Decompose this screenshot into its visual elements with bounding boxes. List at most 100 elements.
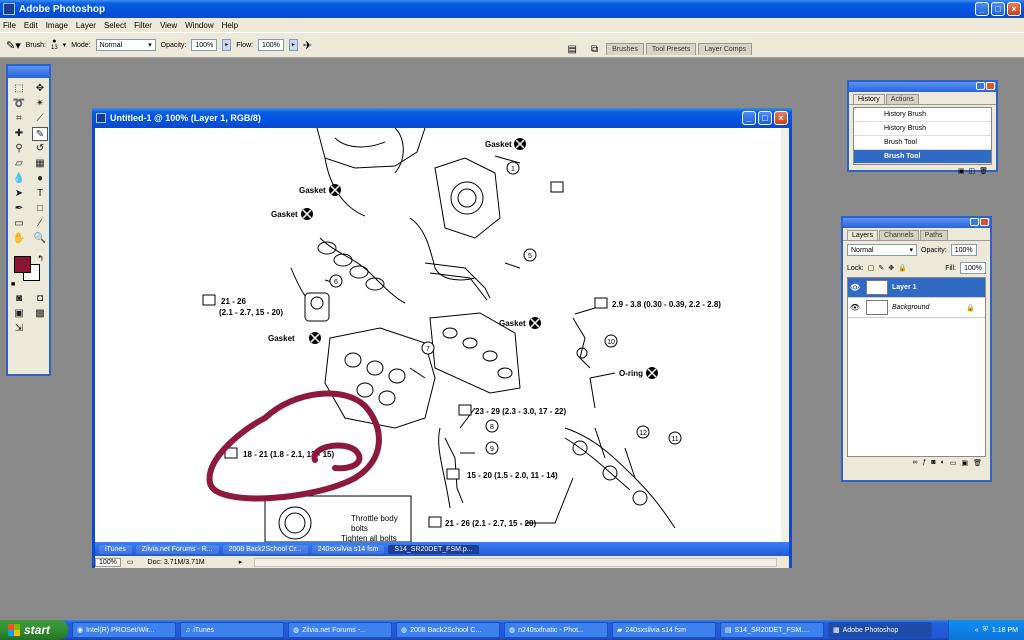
tab-actions[interactable]: Actions bbox=[885, 94, 919, 104]
slice-tool-icon[interactable]: ⟋ bbox=[32, 112, 48, 126]
history-item[interactable]: History Brush bbox=[854, 108, 991, 122]
close-button[interactable]: × bbox=[1007, 2, 1021, 16]
history-item-selected[interactable]: Brush Tool bbox=[854, 150, 991, 164]
tab-paths[interactable]: Paths bbox=[919, 230, 948, 240]
eye-icon[interactable]: 👁 bbox=[848, 303, 862, 312]
history-brush-tool-icon[interactable]: ↺ bbox=[32, 142, 48, 156]
blend-mode-select[interactable]: Normal ▾ bbox=[847, 244, 917, 256]
history-item[interactable]: Brush Tool bbox=[854, 136, 991, 150]
taskbar-item[interactable]: ♫ iTunes bbox=[180, 622, 284, 638]
inner-task-zilvia[interactable]: Zilvia.net Forums - R... bbox=[135, 544, 219, 554]
lock-image-icon[interactable]: ✎ bbox=[878, 264, 884, 272]
toggle-palettes-icon[interactable]: ⧉ bbox=[591, 44, 598, 55]
type-tool-icon[interactable]: T bbox=[32, 187, 48, 201]
standard-mode-icon[interactable]: ◙ bbox=[11, 292, 27, 306]
new-snapshot-icon[interactable]: ◫ bbox=[968, 167, 975, 177]
document-title-bar[interactable]: Untitled-1 @ 100% (Layer 1, RGB/8) _ □ × bbox=[92, 108, 792, 128]
healing-brush-tool-icon[interactable]: ✚ bbox=[11, 127, 27, 141]
document-minimize-button[interactable]: _ bbox=[742, 111, 756, 125]
taskbar-item[interactable]: ◍ 2008 Back2School C... bbox=[396, 622, 500, 638]
history-close-button[interactable] bbox=[986, 82, 995, 90]
default-colors-icon[interactable]: ■ bbox=[11, 281, 15, 288]
blur-tool-icon[interactable]: 💧 bbox=[11, 172, 27, 186]
notes-tool-icon[interactable]: ▭ bbox=[11, 217, 27, 231]
tab-channels[interactable]: Channels bbox=[879, 230, 919, 240]
zoom-tool-icon[interactable]: 🔍 bbox=[32, 232, 48, 246]
zoom-level[interactable]: 100% bbox=[95, 557, 121, 567]
clone-stamp-tool-icon[interactable]: ⚲ bbox=[11, 142, 27, 156]
airbrush-icon[interactable]: ✈ bbox=[303, 39, 312, 52]
menu-file[interactable]: File bbox=[3, 21, 16, 30]
tab-tool-presets[interactable]: Tool Presets bbox=[645, 43, 697, 55]
taskbar-item[interactable]: ◍ n240sxfnatic - Phot... bbox=[504, 622, 608, 638]
document-close-button[interactable]: × bbox=[774, 111, 788, 125]
dodge-tool-icon[interactable]: ● bbox=[32, 172, 48, 186]
fill-input[interactable]: 100% bbox=[960, 262, 986, 274]
tray-arrow-icon[interactable]: « bbox=[975, 627, 979, 634]
full-screen-mode-icon[interactable]: ▩ bbox=[32, 307, 48, 321]
eraser-tool-icon[interactable]: ▱ bbox=[11, 157, 27, 171]
layer-row[interactable]: 👁 Layer 1 bbox=[848, 278, 985, 298]
quick-mask-mode-icon[interactable]: ◘ bbox=[32, 292, 48, 306]
history-item[interactable]: History Brush bbox=[854, 122, 991, 136]
gradient-tool-icon[interactable]: ▦ bbox=[32, 157, 48, 171]
mode-select[interactable]: Normal ▾ bbox=[95, 39, 156, 51]
flow-input[interactable]: 100% bbox=[257, 39, 284, 51]
status-menu-arrow-icon[interactable]: ▸ bbox=[239, 558, 243, 566]
trash-icon[interactable]: 🗑 bbox=[973, 459, 982, 469]
swap-colors-icon[interactable]: ↰ bbox=[37, 254, 44, 263]
tab-layer-comps[interactable]: Layer Comps bbox=[698, 43, 752, 55]
toolbox-header[interactable] bbox=[8, 66, 49, 78]
inner-task-itunes[interactable]: iTunes bbox=[99, 544, 132, 554]
layer-style-icon[interactable]: ƒ bbox=[922, 459, 926, 469]
taskbar-item[interactable]: ◍ Zilvia.net Forums -... bbox=[288, 622, 392, 638]
path-selection-tool-icon[interactable]: ➤ bbox=[11, 187, 27, 201]
layers-minimize-button[interactable] bbox=[970, 218, 979, 226]
shape-tool-icon[interactable]: □ bbox=[32, 202, 48, 216]
tab-history[interactable]: History bbox=[853, 94, 885, 104]
tab-layers[interactable]: Layers bbox=[847, 230, 879, 240]
horizontal-scrollbar[interactable] bbox=[254, 557, 777, 567]
document-restore-button[interactable]: □ bbox=[758, 111, 772, 125]
crop-tool-icon[interactable]: ⌗ bbox=[11, 112, 27, 126]
eyedropper-tool-icon[interactable]: ⁄ bbox=[32, 217, 48, 231]
menu-window[interactable]: Window bbox=[185, 21, 213, 30]
new-group-icon[interactable]: ▭ bbox=[950, 459, 957, 469]
eye-icon[interactable]: 👁 bbox=[848, 283, 862, 292]
taskbar-item-active[interactable]: ▩ Adobe Photoshop bbox=[828, 622, 932, 638]
menu-filter[interactable]: Filter bbox=[134, 21, 152, 30]
lock-transparency-icon[interactable]: ▢ bbox=[868, 264, 875, 272]
foreground-color-swatch[interactable] bbox=[14, 256, 31, 273]
taskbar-item[interactable]: ◉ Intel(R) PROSet/Wir... bbox=[72, 622, 176, 638]
menu-layer[interactable]: Layer bbox=[76, 21, 96, 30]
brush-picker[interactable]: ● 13 bbox=[51, 38, 58, 52]
adjustment-layer-icon[interactable]: ◐ bbox=[941, 459, 945, 469]
pen-tool-icon[interactable]: ✒ bbox=[11, 202, 27, 216]
document-canvas[interactable]: 1 5 6 7 8 9 10 11 12 Gasket Gasket Gaske… bbox=[95, 128, 781, 542]
layers-panel-header[interactable] bbox=[843, 218, 990, 228]
menu-select[interactable]: Select bbox=[104, 21, 126, 30]
opacity-slider-button[interactable]: ▸ bbox=[222, 39, 232, 51]
start-button[interactable]: start bbox=[0, 620, 68, 640]
opacity-input[interactable]: 100% bbox=[191, 39, 218, 51]
magic-wand-tool-icon[interactable]: ✴ bbox=[32, 97, 48, 111]
trash-icon[interactable]: 🗑 bbox=[979, 167, 988, 177]
history-panel-header[interactable] bbox=[849, 82, 996, 92]
inner-task-back2school[interactable]: 2008 Back2School Cr... bbox=[222, 544, 308, 554]
screen-mode-icon[interactable]: ▣ bbox=[11, 307, 27, 321]
taskbar-item[interactable]: ▤ S14_SR20DET_FSM.... bbox=[720, 622, 824, 638]
new-document-from-state-icon[interactable]: ▣ bbox=[958, 167, 965, 177]
tray-shield-icon[interactable]: ⛨ bbox=[983, 626, 988, 634]
lasso-tool-icon[interactable]: ➰ bbox=[11, 97, 27, 111]
layer-mask-icon[interactable]: ◙ bbox=[931, 459, 935, 469]
menu-image[interactable]: Image bbox=[46, 21, 68, 30]
lock-position-icon[interactable]: ✥ bbox=[888, 264, 894, 272]
menu-edit[interactable]: Edit bbox=[24, 21, 38, 30]
menu-view[interactable]: View bbox=[160, 21, 177, 30]
history-minimize-button[interactable] bbox=[976, 82, 985, 90]
app-title-bar[interactable]: Adobe Photoshop _ □ × bbox=[0, 0, 1024, 18]
maximize-button[interactable]: □ bbox=[991, 2, 1005, 16]
inner-task-fsm-pdf[interactable]: S14_SR20DET_FSM.p... bbox=[388, 544, 479, 554]
minimize-button[interactable]: _ bbox=[975, 2, 989, 16]
hand-tool-icon[interactable]: ✋ bbox=[11, 232, 27, 246]
